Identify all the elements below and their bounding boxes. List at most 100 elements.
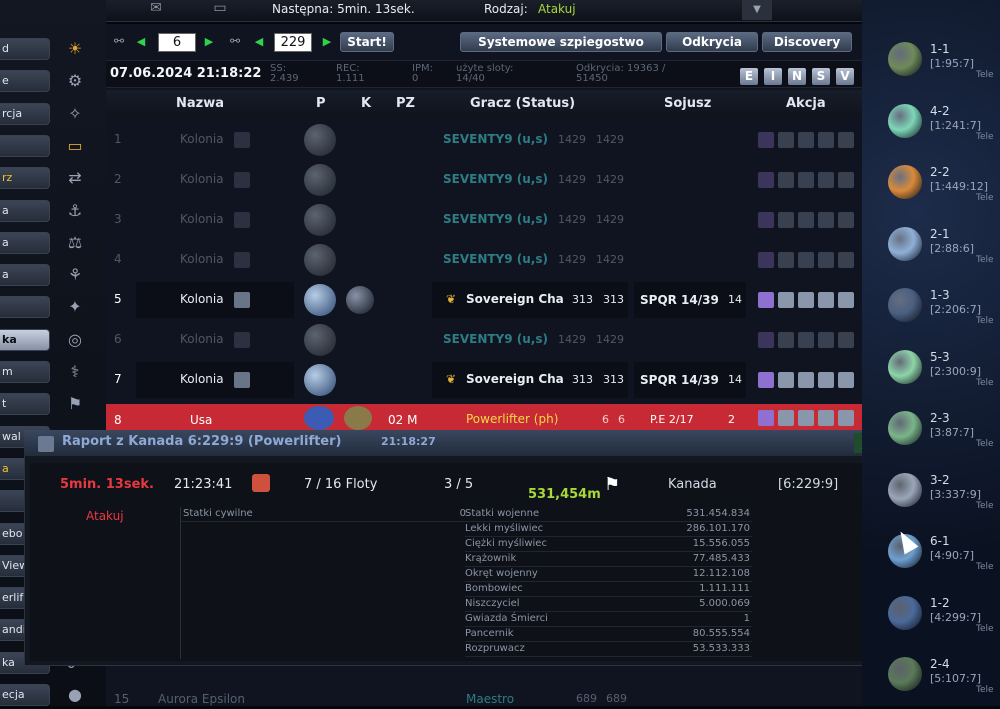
planet-image[interactable] <box>304 244 336 276</box>
attack-icon[interactable] <box>838 372 854 388</box>
sidebar-item-5[interactable]: a <box>0 200 50 222</box>
start-button[interactable]: Start! <box>340 32 394 52</box>
planet-list-item[interactable]: 2-3 [3:87:7] Tele <box>888 411 998 463</box>
table-row[interactable]: 5 Kolonia ❦ Sovereign Cha 313 313 SPQR 14/39 14 <box>106 280 862 320</box>
planet-image[interactable] <box>304 406 334 430</box>
sidebar-icon-3[interactable]: ▭ <box>60 133 90 159</box>
message-icon[interactable] <box>798 332 814 348</box>
planet-list-item[interactable]: 1-1 [1:95:7] Tele <box>888 42 998 94</box>
moon-image[interactable] <box>346 286 374 314</box>
galaxy-prev-arrow[interactable]: ◀ <box>134 34 148 50</box>
attack-icon[interactable] <box>838 212 854 228</box>
chat-icon[interactable]: ▭ <box>200 0 240 18</box>
dialog-menu-icon[interactable] <box>38 436 54 452</box>
spy-icon[interactable] <box>758 252 774 268</box>
planet-list-item[interactable]: 4-2 [1:241:7] Tele <box>888 103 998 156</box>
planet-image[interactable] <box>888 165 922 199</box>
colony-name[interactable]: Kolonia <box>180 132 224 146</box>
colony-link-icon[interactable] <box>234 292 250 308</box>
planet-image[interactable] <box>304 164 336 196</box>
table-row[interactable]: 2 Kolonia SEVENTY9 (u,s) 1429 1429 <box>106 160 862 200</box>
colony-name[interactable]: Usa <box>190 413 212 427</box>
colony-name[interactable]: Kolonia <box>180 292 224 306</box>
spy-icon[interactable] <box>758 332 774 348</box>
sidebar-icon-1[interactable]: ⚙ <box>60 68 90 94</box>
buddy-icon[interactable] <box>818 372 834 388</box>
sidebar-icon-6[interactable]: ⚖ <box>60 230 90 256</box>
player-name[interactable]: SEVENTY9 (u,s) <box>443 212 548 226</box>
planet-image[interactable] <box>888 411 922 445</box>
planet-list-item[interactable]: 3-2 [3:337:9] Tele <box>888 472 998 525</box>
planet-image[interactable] <box>888 349 922 384</box>
view-icon[interactable] <box>778 252 794 268</box>
planet-list-item[interactable]: 1-3 [2:206:7] Tele <box>888 288 998 340</box>
planet-list-item[interactable]: 2-2 [1:449:12] Tele <box>888 165 998 217</box>
planet-list-item[interactable]: 2-4 [5:107:7] Tele <box>888 657 998 709</box>
sidebar-icon-11[interactable]: ⚑ <box>60 391 90 417</box>
sidebar-item-8[interactable] <box>0 296 50 318</box>
teleport-link[interactable]: Tele <box>976 193 994 203</box>
moon-image[interactable] <box>344 406 372 430</box>
view-icon[interactable] <box>778 410 794 426</box>
teleport-link[interactable]: Tele <box>976 624 994 634</box>
message-icon[interactable] <box>798 410 814 426</box>
colony-name[interactable]: Aurora Epsilon <box>158 692 245 706</box>
spy-icon[interactable] <box>758 172 774 188</box>
colony-name[interactable]: Kolonia <box>180 332 224 346</box>
discoveries-button[interactable]: Odkrycia <box>666 32 758 52</box>
view-button-s[interactable]: S <box>812 68 830 85</box>
sidebar-item-20[interactable]: ecja <box>0 684 50 706</box>
teleport-link[interactable]: Tele <box>976 501 994 511</box>
view-button-n[interactable]: N <box>788 68 806 85</box>
sidebar-item-1[interactable]: e <box>0 70 50 92</box>
planet-image[interactable] <box>888 103 922 138</box>
teleport-link[interactable]: Tele <box>976 70 994 80</box>
attack-icon[interactable] <box>838 252 854 268</box>
teleport-link[interactable]: Tele <box>976 316 994 326</box>
sidebar-icon-7[interactable]: ⚘ <box>60 262 90 288</box>
system-prev-arrow[interactable]: ◀ <box>252 34 266 50</box>
colony-name[interactable]: Kolonia <box>180 212 224 226</box>
colony-link-icon[interactable] <box>234 252 250 268</box>
sidebar-icon-2[interactable]: ✧ <box>60 101 90 127</box>
sidebar-item-4[interactable]: rz <box>0 167 50 189</box>
planet-list-item[interactable]: 2-1 [2:88:6] Tele <box>888 226 998 279</box>
table-row-8[interactable]: 8 Usa 02 M Powerlifter (ph) 6 6 P.E 2/17… <box>106 404 862 432</box>
colony-link-icon[interactable] <box>234 372 250 388</box>
sidebar-icon-5[interactable]: ⚓ <box>60 198 90 224</box>
sidebar-item-9[interactable]: ka <box>0 329 50 351</box>
player-name[interactable]: Sovereign Cha <box>466 292 564 306</box>
galaxy-next-arrow[interactable]: ▶ <box>202 34 216 50</box>
sidebar-item-7[interactable]: a <box>0 264 50 286</box>
sidebar-item-2[interactable]: rcja <box>0 103 50 125</box>
sidebar-item-3[interactable] <box>0 135 50 157</box>
sidebar-icon-20[interactable]: ● <box>60 682 90 708</box>
view-icon[interactable] <box>778 372 794 388</box>
message-icon[interactable] <box>798 372 814 388</box>
spy-icon[interactable] <box>758 372 774 388</box>
planet-image[interactable] <box>888 42 922 76</box>
player-name[interactable]: SEVENTY9 (u,s) <box>443 252 548 266</box>
target-icon[interactable] <box>252 474 270 492</box>
planet-image[interactable] <box>304 284 336 316</box>
colony-name[interactable]: Kolonia <box>180 372 224 386</box>
planet-image[interactable] <box>888 226 922 261</box>
sidebar-item-6[interactable]: a <box>0 232 50 254</box>
message-icon[interactable] <box>798 212 814 228</box>
view-icon[interactable] <box>778 332 794 348</box>
colony-link-icon[interactable] <box>234 212 250 228</box>
table-row[interactable]: 1 Kolonia SEVENTY9 (u,s) 1429 1429 <box>106 120 862 160</box>
colony-name[interactable]: Kolonia <box>180 252 224 266</box>
spy-icon[interactable] <box>758 410 774 426</box>
debris-value[interactable]: 02 M <box>388 413 417 427</box>
message-icon[interactable] <box>798 292 814 308</box>
planet-list-item[interactable]: 1-2 [4:299:7] Tele <box>888 595 998 648</box>
spy-icon[interactable] <box>758 212 774 228</box>
message-icon[interactable] <box>798 132 814 148</box>
teleport-link[interactable]: Tele <box>976 562 994 572</box>
buddy-icon[interactable] <box>818 252 834 268</box>
alliance-name[interactable]: SPQR 14/39 <box>640 373 719 387</box>
attack-icon[interactable] <box>838 410 854 426</box>
table-row[interactable]: 6 Kolonia SEVENTY9 (u,s) 1429 1429 <box>106 320 862 360</box>
spy-icon[interactable] <box>758 132 774 148</box>
